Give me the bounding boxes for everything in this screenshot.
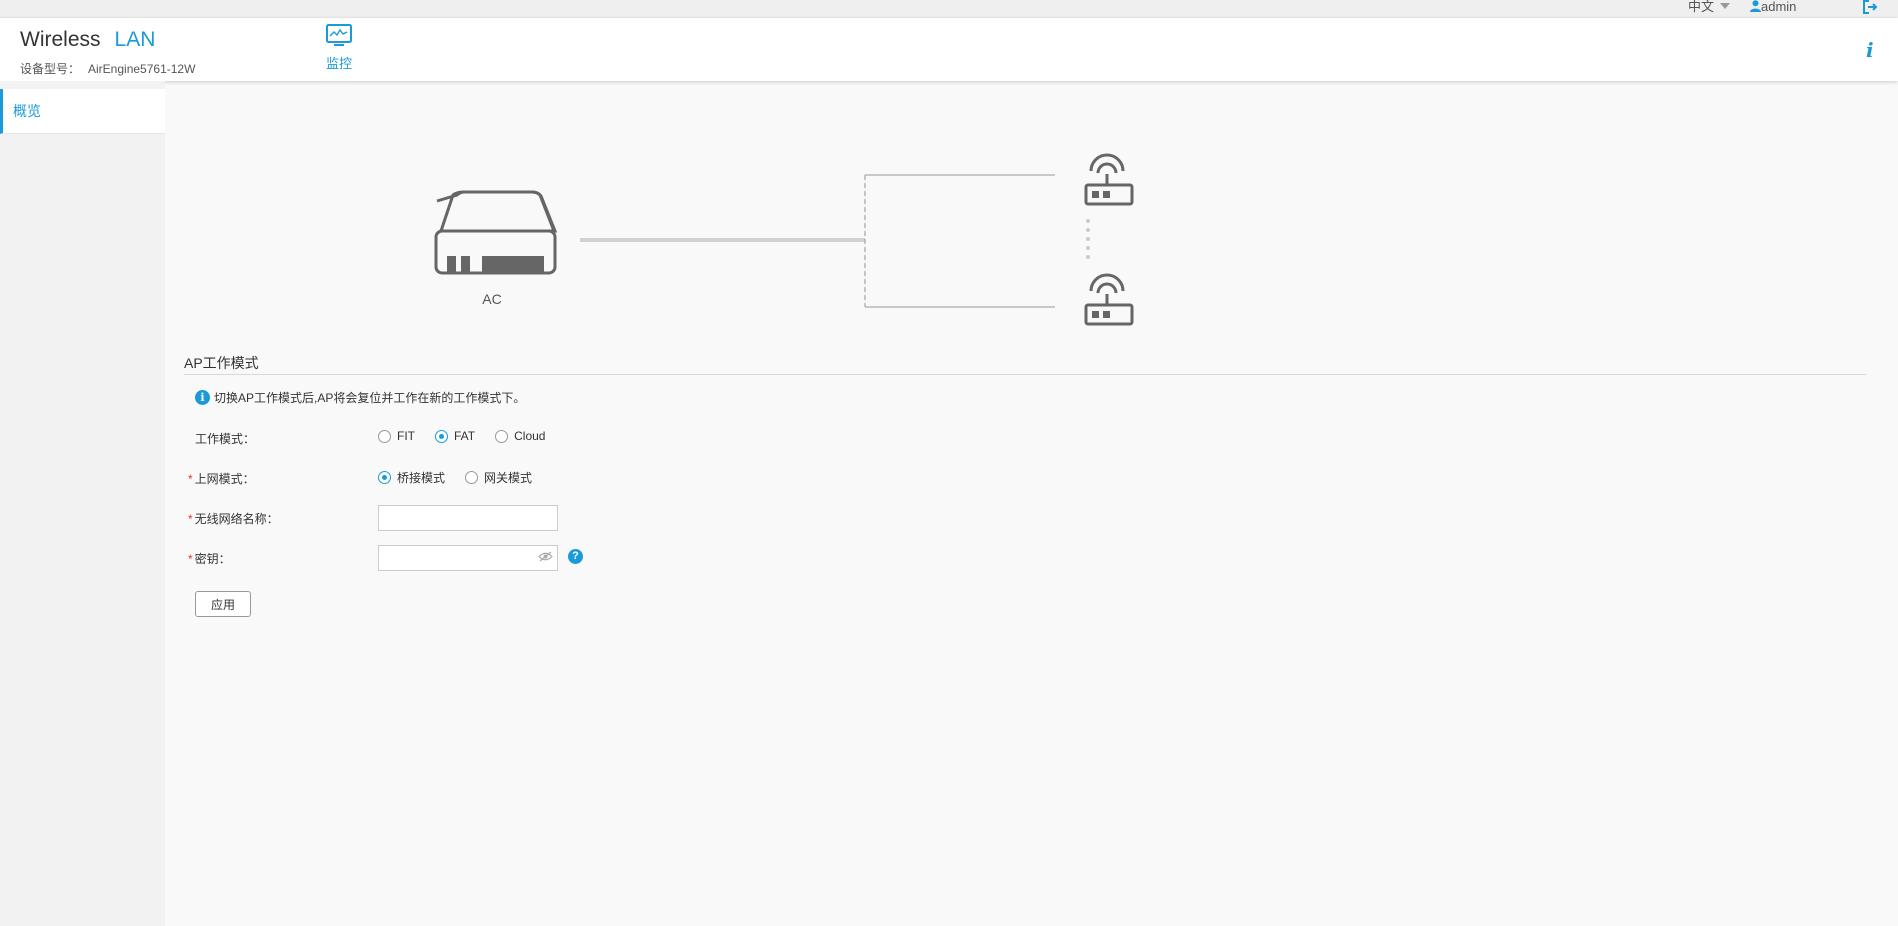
language-selector[interactable]: 中文	[1688, 0, 1731, 14]
radio-uplink-bridge[interactable]: 桥接模式	[378, 469, 445, 486]
work-mode-radio-group: FIT FAT Cloud	[378, 429, 565, 443]
topology-diagram: AC	[434, 153, 1134, 326]
radio-dot	[378, 429, 391, 443]
monitor-icon	[326, 24, 352, 46]
chevron-down-icon	[1720, 3, 1731, 9]
radio-dot	[495, 429, 509, 443]
radio-work-mode-fit[interactable]: FIT	[378, 429, 415, 443]
section-divider	[184, 374, 1866, 375]
key-label-text: 密钥：	[194, 552, 231, 566]
info-icon[interactable]: i	[1866, 38, 1874, 62]
radio-uplink-gateway[interactable]: 网关模式	[465, 469, 532, 486]
uplink-mode-label: * 上网模式：	[188, 470, 255, 487]
required-marker: *	[188, 512, 193, 526]
radio-label: FAT	[454, 429, 476, 443]
nav-monitor-label: 监控	[325, 56, 352, 71]
radio-label: 桥接模式	[397, 471, 446, 485]
help-icon[interactable]: ?	[568, 549, 583, 564]
eye-slash-icon[interactable]	[538, 551, 553, 562]
ap-device-icon	[1084, 153, 1134, 206]
username: admin	[1761, 0, 1797, 14]
section-title: AP工作模式	[184, 355, 259, 371]
work-mode-label-text: 工作模式：	[195, 432, 256, 446]
device-model: 设备型号： AirEngine5761-12W	[20, 60, 195, 77]
notice-text: 切换AP工作模式后,AP将会复位并工作在新的工作模式下。	[214, 391, 526, 405]
radio-work-mode-fat[interactable]: FAT	[435, 429, 475, 443]
sidebar-item-overview[interactable]: 概览	[0, 89, 165, 134]
brand-primary: Wireless	[20, 28, 101, 51]
model-value: AirEngine5761-12W	[88, 62, 196, 76]
model-label: 设备型号：	[20, 62, 81, 76]
ssid-label-text: 无线网络名称：	[194, 512, 279, 526]
sidebar: 概览	[0, 81, 165, 926]
radio-label: Cloud	[514, 429, 546, 443]
ac-device-icon	[434, 190, 558, 275]
top-utility-bar: 中文 admin	[0, 0, 1898, 18]
ap-device-icon	[1084, 273, 1134, 326]
sidebar-item-label: 概览	[13, 103, 41, 119]
language-label: 中文	[1688, 0, 1715, 14]
work-mode-label: 工作模式：	[195, 430, 255, 447]
nav-monitor[interactable]: 监控	[320, 24, 358, 72]
radio-label: FIT	[397, 429, 415, 443]
logout-icon	[1863, 0, 1878, 14]
radio-work-mode-cloud[interactable]: Cloud	[495, 429, 545, 443]
uplink-mode-radio-group: 桥接模式 网关模式	[378, 469, 552, 486]
radio-dot	[435, 429, 448, 443]
ssid-label: * 无线网络名称：	[188, 510, 279, 527]
app-header: Wireless LAN 设备型号： AirEngine5761-12W 监控 i	[0, 18, 1898, 81]
brand-title: Wireless LAN	[20, 28, 155, 52]
required-marker: *	[188, 552, 193, 566]
user-menu[interactable]: admin	[1750, 0, 1796, 14]
required-marker: *	[188, 472, 193, 486]
radio-dot	[465, 471, 479, 484]
ssid-input[interactable]	[378, 505, 558, 531]
radio-label: 网关模式	[484, 471, 533, 485]
apply-button[interactable]: 应用	[195, 591, 251, 617]
ac-label: AC	[482, 291, 501, 307]
info-circle-icon: i	[195, 390, 210, 405]
key-label: * 密钥：	[188, 550, 231, 567]
notice-message: i 切换AP工作模式后,AP将会复位并工作在新的工作模式下。	[195, 389, 525, 406]
radio-dot	[378, 471, 391, 484]
user-icon	[1750, 0, 1761, 12]
brand-secondary: LAN	[114, 28, 156, 51]
uplink-mode-label-text: 上网模式：	[194, 472, 255, 486]
key-input[interactable]	[378, 545, 558, 571]
logout-button[interactable]	[1862, 0, 1878, 17]
ap-ellipsis	[1086, 219, 1090, 259]
